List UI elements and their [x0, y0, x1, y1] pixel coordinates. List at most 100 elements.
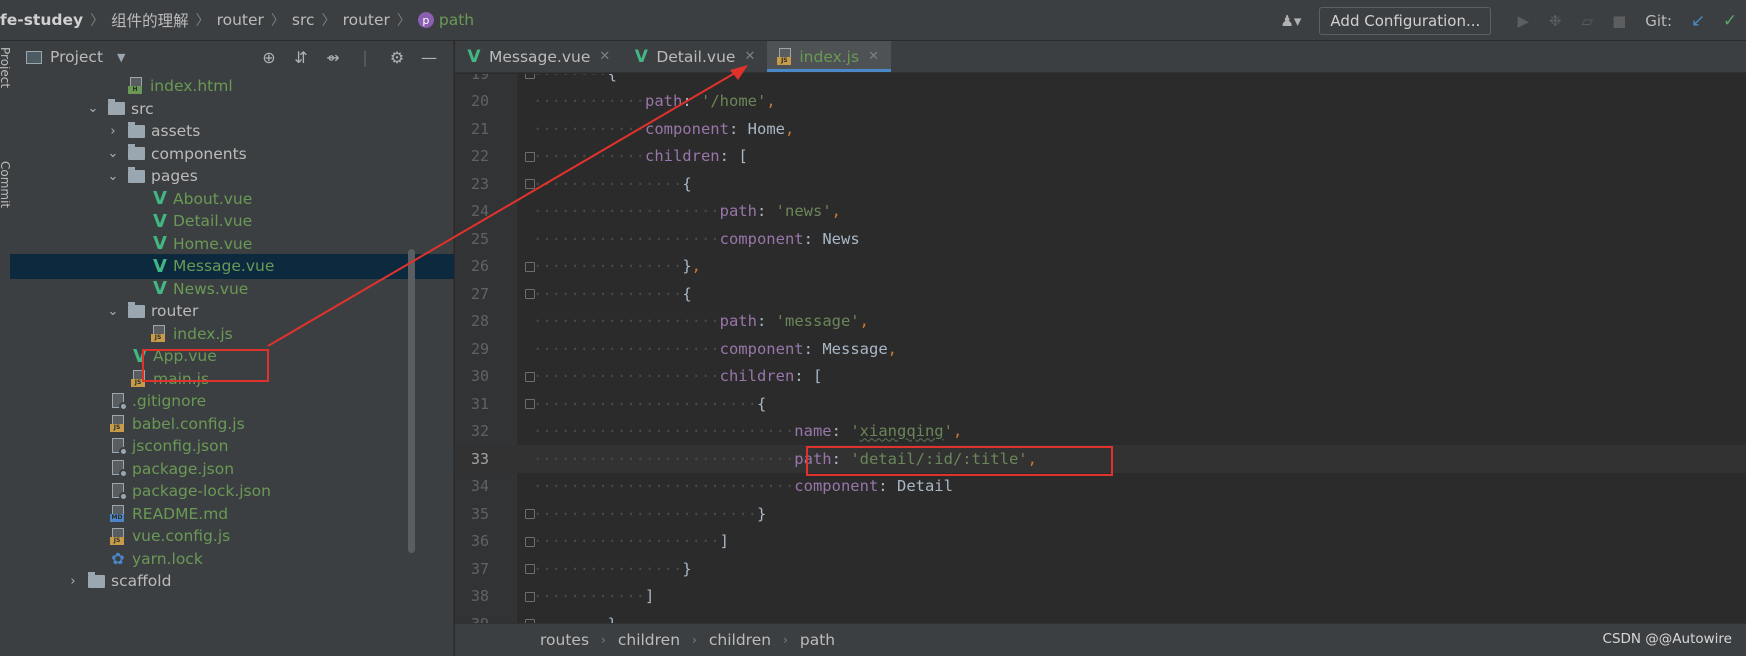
chevron-down-icon[interactable]: ⌄ — [86, 101, 100, 116]
code-text: ····················] — [533, 532, 729, 551]
close-icon[interactable]: ✕ — [868, 49, 879, 64]
git-label: Git: — [1645, 11, 1672, 30]
code-breadcrumb-item[interactable]: path — [800, 631, 835, 649]
tree-item-src[interactable]: ⌄ src — [10, 96, 454, 121]
code-breadcrumb-item[interactable]: children — [709, 631, 771, 649]
tab-message-vue[interactable]: V Message.vue ✕ — [455, 41, 622, 72]
code-line[interactable]: 21 ············component: Home, — [455, 115, 1746, 143]
line-number: 22 — [470, 147, 489, 166]
line-number: 36 — [470, 532, 489, 551]
user-icon[interactable]: ♟▾ — [1280, 12, 1301, 30]
tree-item-news-vue[interactable]: V News.vue — [10, 276, 454, 301]
tree-item-home-vue[interactable]: V Home.vue — [10, 231, 454, 256]
tree-item-index-js[interactable]: JS index.js — [10, 321, 454, 346]
chevron-right-icon[interactable]: › — [106, 124, 120, 139]
code-line[interactable]: 27 ················{ — [455, 280, 1746, 308]
line-number: 34 — [470, 477, 489, 496]
git-commit-icon[interactable]: ✓ — [1714, 11, 1746, 31]
breadcrumb-item-folder[interactable]: router — [343, 11, 390, 29]
code-text: ····················path: 'message', — [533, 312, 869, 331]
breadcrumb-item-folder[interactable]: src — [292, 11, 315, 29]
settings-icon[interactable]: ⚙ — [381, 48, 413, 67]
code-text: ····························component: D… — [533, 477, 953, 496]
code-line[interactable]: 29 ····················component: Message… — [455, 335, 1746, 363]
chevron-down-icon[interactable]: ⌄ — [106, 304, 120, 319]
code-line[interactable]: 35 ························} — [455, 500, 1746, 528]
code-breadcrumb-item[interactable]: routes — [540, 631, 589, 649]
tree-item-label: pages — [151, 167, 198, 185]
project-panel-tools: ⊕ ⇵ ⇴ | ⚙ — — [253, 41, 445, 73]
code-text: ················{ — [533, 284, 692, 303]
tree-item-label: components — [151, 144, 247, 163]
breadcrumb-item-project[interactable]: fe-studey — [0, 11, 83, 29]
tree-item-package-json[interactable]: package.json — [10, 456, 454, 481]
git-update-icon[interactable]: ↙ — [1682, 11, 1714, 31]
code-line[interactable]: 26 ················}, — [455, 253, 1746, 281]
tree-item-label: Home.vue — [173, 234, 253, 253]
tree-item-yarn-lock[interactable]: ✿ yarn.lock — [10, 546, 454, 571]
chevron-down-icon[interactable]: ▼ — [117, 51, 125, 64]
html-file-icon: H — [128, 77, 144, 94]
breadcrumb-item-folder[interactable]: 组件的理解 — [111, 9, 189, 31]
line-number: 28 — [470, 312, 489, 331]
tree-item-label: .gitignore — [132, 392, 207, 410]
code-line[interactable]: 22 ············children: [ — [455, 143, 1746, 171]
project-panel-title[interactable]: Project — [50, 48, 103, 66]
tree-item-scaffold[interactable]: › scaffold — [10, 569, 454, 594]
tab-detail-vue[interactable]: V Detail.vue ✕ — [622, 41, 767, 72]
line-number: 33 — [470, 449, 489, 468]
code-line[interactable]: 34 ····························component:… — [455, 473, 1746, 501]
expand-all-icon[interactable]: ⇵ — [285, 48, 317, 67]
folder-icon — [128, 166, 145, 183]
code-line[interactable]: 24 ····················path: 'news', — [455, 198, 1746, 226]
add-configuration-button[interactable]: Add Configuration... — [1319, 6, 1492, 35]
tree-item-vue-config[interactable]: JS vue.config.js — [10, 524, 454, 549]
code-line[interactable]: 37 ················} — [455, 555, 1746, 583]
stop-icon[interactable]: ■ — [1603, 12, 1635, 30]
tree-item-message-vue[interactable]: V Message.vue — [10, 253, 454, 279]
collapse-all-icon[interactable]: ⇴ — [317, 48, 349, 67]
code-breadcrumb-item[interactable]: children — [618, 631, 680, 649]
tree-item-readme[interactable]: MD README.md — [10, 501, 454, 526]
tree-item-about-vue[interactable]: V About.vue — [10, 186, 454, 211]
tree-item-gitignore[interactable]: .gitignore — [10, 389, 454, 414]
tree-item-babel-config[interactable]: JS babel.config.js — [10, 411, 454, 436]
run-icon[interactable]: ▶ — [1507, 12, 1539, 30]
panel-scrollbar[interactable] — [408, 249, 415, 553]
chevron-right-icon[interactable]: › — [66, 574, 80, 589]
code-line[interactable]: 30 ····················children: [ — [455, 363, 1746, 391]
code-line[interactable]: 39 ········}, — [455, 610, 1746, 623]
breadcrumb-item-symbol[interactable]: path — [439, 11, 474, 29]
coverage-icon[interactable]: ▱ — [1571, 12, 1603, 30]
tree-item-jsconfig[interactable]: jsconfig.json — [10, 434, 454, 459]
code-text: ············component: Home, — [533, 119, 795, 138]
tree-item-index-html[interactable]: H index.html — [10, 73, 454, 98]
locate-icon[interactable]: ⊕ — [253, 48, 285, 67]
close-icon[interactable]: ✕ — [599, 49, 610, 64]
code-line[interactable]: 36 ····················] — [455, 528, 1746, 556]
breadcrumb-item-folder[interactable]: router — [217, 11, 264, 29]
tree-item-pages[interactable]: ⌄ pages — [10, 164, 454, 189]
chevron-down-icon[interactable]: ⌄ — [106, 169, 120, 184]
tree-item-package-lock[interactable]: package-lock.json — [10, 479, 454, 504]
code-line[interactable]: 32 ····························name: 'xia… — [455, 418, 1746, 446]
code-editor[interactable]: 19········{20············path: '/home',2… — [455, 74, 1746, 623]
debug-icon[interactable]: ❉ — [1539, 12, 1571, 30]
tree-item-detail-vue[interactable]: V Detail.vue — [10, 209, 454, 234]
code-line[interactable]: 28 ····················path: 'message', — [455, 308, 1746, 336]
code-line[interactable]: 20 ············path: '/home', — [455, 88, 1746, 116]
chevron-down-icon[interactable]: ⌄ — [106, 146, 120, 161]
vue-file-icon: V — [467, 46, 481, 67]
code-line[interactable]: 25 ····················component: News — [455, 225, 1746, 253]
code-line[interactable]: 19 ········{ — [455, 74, 1746, 88]
code-line[interactable]: 38 ············] — [455, 583, 1746, 611]
close-icon[interactable]: ✕ — [744, 49, 755, 64]
code-line[interactable]: 23 ················{ — [455, 170, 1746, 198]
code-line[interactable]: 31 ························{ — [455, 390, 1746, 418]
tree-item-components[interactable]: ⌄ components — [10, 141, 454, 166]
hide-icon[interactable]: — — [413, 48, 445, 67]
js-file-icon: JS — [110, 527, 126, 545]
tab-index-js[interactable]: JS index.js ✕ — [767, 41, 891, 72]
tree-item-assets[interactable]: › assets — [10, 119, 454, 144]
tree-item-router[interactable]: ⌄ router — [10, 299, 454, 324]
